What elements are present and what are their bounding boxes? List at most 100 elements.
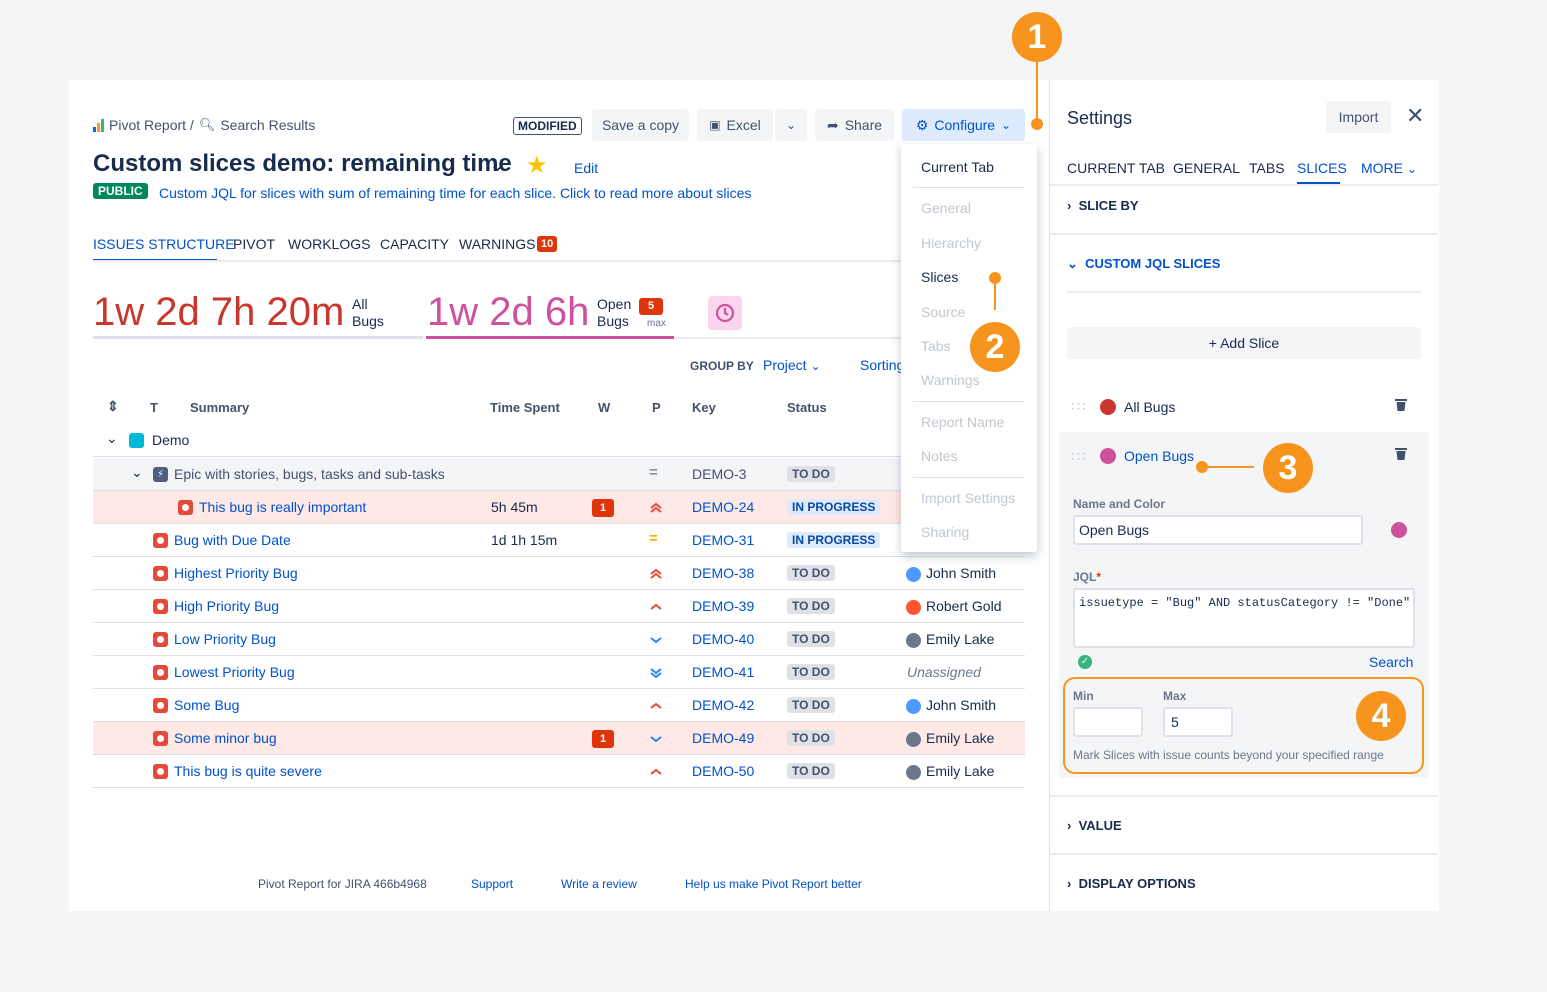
table-row[interactable]: This bug is quite severe DEMO-50 TO DO Emil… <box>93 755 1025 788</box>
callout-2-line <box>994 282 996 310</box>
issue-key[interactable]: DEMO-39 <box>692 598 754 614</box>
custom-jql-section[interactable]: ⌄ CUSTOM JQL SLICES <box>1067 256 1220 272</box>
table-row[interactable]: Highest Priority Bug DEMO-38 TO DO John Smi… <box>93 557 1025 590</box>
slice-name[interactable]: Open Bugs <box>1124 448 1194 464</box>
excel-options-button[interactable]: ⌄ <box>775 109 807 141</box>
tab-issues-structure[interactable]: ISSUES STRUCTURE <box>93 236 235 252</box>
menu-item-import-settings[interactable]: Import Settings <box>921 490 1015 506</box>
issue-summary[interactable]: Low Priority Bug <box>174 631 276 647</box>
issue-key[interactable]: DEMO-40 <box>692 631 754 647</box>
open-bugs-value[interactable]: 1w 2d 6h <box>427 290 589 335</box>
drag-handle-icon[interactable]: ∷∷ <box>1071 448 1086 465</box>
issue-summary[interactable]: Highest Priority Bug <box>174 565 298 581</box>
save-copy-button[interactable]: Save a copy <box>592 109 689 141</box>
slice-name[interactable]: All Bugs <box>1124 399 1175 415</box>
tab-pivot[interactable]: PIVOT <box>233 236 275 252</box>
table-row[interactable]: Low Priority Bug DEMO-40 TO DO Emily Lake <box>93 623 1025 656</box>
menu-item-general[interactable]: General <box>921 200 971 216</box>
menu-item-report-name[interactable]: Report Name <box>921 414 1004 430</box>
issue-summary[interactable]: Some minor bug <box>174 730 277 746</box>
menu-item-source[interactable]: Source <box>921 304 965 320</box>
breadcrumb-page[interactable]: Search Results <box>220 117 315 133</box>
slice-by-section[interactable]: › SLICE BY <box>1067 198 1139 213</box>
menu-item-warnings[interactable]: Warnings <box>921 372 980 388</box>
min-input[interactable] <box>1073 707 1143 737</box>
tab-worklogs[interactable]: WORKLOGS <box>288 236 370 252</box>
epic-key[interactable]: DEMO-3 <box>692 466 746 482</box>
max-input[interactable] <box>1163 707 1233 737</box>
settings-tab-tabs[interactable]: TABS <box>1249 160 1285 176</box>
status-badge: TO DO <box>787 763 835 779</box>
issue-summary[interactable]: Some Bug <box>174 697 239 713</box>
table-row[interactable]: Bug with Due Date 1d 1h 15m = DEMO-31 IN PRO… <box>93 524 1025 557</box>
drag-handle-icon[interactable]: ∷∷ <box>1071 398 1086 415</box>
menu-item-hierarchy[interactable]: Hierarchy <box>921 235 981 251</box>
menu-item-current-tab[interactable]: Current Tab <box>921 159 994 175</box>
table-row[interactable]: Lowest Priority Bug DEMO-41 TO DO Unassigne… <box>93 656 1025 689</box>
settings-tab-general[interactable]: GENERAL <box>1173 160 1240 176</box>
menu-item-notes[interactable]: Notes <box>921 448 958 464</box>
issue-key[interactable]: DEMO-49 <box>692 730 754 746</box>
trash-icon[interactable] <box>1394 447 1408 461</box>
table-row[interactable]: High Priority Bug DEMO-39 TO DO Robert Gold <box>93 590 1025 623</box>
issue-key[interactable]: DEMO-50 <box>692 763 754 779</box>
project-row[interactable]: ⌄ Demo <box>93 424 1025 457</box>
footer-help-link[interactable]: Help us make Pivot Report better <box>685 877 862 891</box>
configure-button[interactable]: ⚙ Configure ⌄ <box>902 109 1025 141</box>
value-section[interactable]: › VALUE <box>1067 818 1122 833</box>
trash-icon[interactable] <box>1394 398 1408 412</box>
menu-item-slices[interactable]: Slices <box>921 269 958 285</box>
star-icon[interactable]: ★ <box>526 151 548 180</box>
issue-key[interactable]: DEMO-31 <box>692 532 754 548</box>
table-row[interactable]: Some Bug DEMO-42 TO DO John Smith <box>93 689 1025 722</box>
menu-item-tabs[interactable]: Tabs <box>921 338 951 354</box>
breadcrumb-app[interactable]: Pivot Report / <box>109 117 194 133</box>
excel-button[interactable]: ▣ Excel <box>697 109 773 141</box>
import-button[interactable]: Import <box>1326 101 1391 133</box>
issue-key[interactable]: DEMO-24 <box>692 499 754 515</box>
issue-key[interactable]: DEMO-42 <box>692 697 754 713</box>
issue-key[interactable]: DEMO-38 <box>692 565 754 581</box>
footer-review-link[interactable]: Write a review <box>561 877 637 891</box>
jql-search-link[interactable]: Search <box>1369 654 1413 670</box>
slice-color-picker[interactable] <box>1391 522 1407 538</box>
sorting-select[interactable]: Sorting <box>860 357 904 373</box>
issue-summary[interactable]: High Priority Bug <box>174 598 279 614</box>
edit-link[interactable]: Edit <box>574 160 598 176</box>
settings-tab-more[interactable]: MORE ⌄ <box>1361 160 1417 176</box>
tab-warnings[interactable]: WARNINGS <box>459 236 535 252</box>
title-chevron-down-icon[interactable]: ⌄ <box>489 152 506 177</box>
display-options-section[interactable]: › DISPLAY OPTIONS <box>1067 876 1196 891</box>
report-description[interactable]: Custom JQL for slices with sum of remain… <box>159 185 751 201</box>
clock-icon[interactable] <box>708 296 742 330</box>
settings-tab-slices[interactable]: SLICES <box>1297 160 1347 176</box>
share-button[interactable]: ➦ Share <box>815 109 894 141</box>
add-slice-button[interactable]: + Add Slice <box>1067 327 1421 359</box>
warning-badge[interactable]: 1 <box>592 499 614 517</box>
table-row[interactable]: Some minor bug 1 DEMO-49 TO DO Emily Lake <box>93 722 1025 755</box>
epic-row[interactable]: ⌄ ⚡︎ Epic with stories, bugs, tasks and … <box>93 458 1025 491</box>
menu-item-sharing[interactable]: Sharing <box>921 524 969 540</box>
collapse-chevron-icon[interactable]: ⌄ <box>106 430 118 447</box>
sort-toggle-icon[interactable]: ⇕ <box>107 398 119 415</box>
slice-row-all-bugs[interactable] <box>1067 390 1421 424</box>
issue-summary[interactable]: This bug is really important <box>199 499 366 515</box>
warning-badge[interactable]: 1 <box>592 730 614 748</box>
collapse-chevron-icon[interactable]: ⌄ <box>131 464 143 481</box>
table-row[interactable]: This bug is really important 5h 45m 1 DEMO-… <box>93 491 1025 524</box>
footer-support-link[interactable]: Support <box>471 877 513 891</box>
issue-key[interactable]: DEMO-41 <box>692 664 754 680</box>
issue-summary[interactable]: Bug with Due Date <box>174 532 291 548</box>
slice-color-dot[interactable] <box>1100 399 1116 415</box>
all-bugs-value[interactable]: 1w 2d 7h 20m <box>93 290 344 335</box>
tab-capacity[interactable]: CAPACITY <box>380 236 449 252</box>
slice-color-dot[interactable] <box>1100 448 1116 464</box>
close-icon[interactable]: ✕ <box>1406 103 1424 129</box>
settings-tab-current[interactable]: CURRENT TAB <box>1067 160 1165 176</box>
priority-high-icon <box>649 765 663 782</box>
issue-summary[interactable]: Lowest Priority Bug <box>174 664 295 680</box>
slice-name-input[interactable] <box>1073 515 1363 545</box>
jql-textarea[interactable]: issuetype = "Bug" AND statusCategory != … <box>1073 588 1415 648</box>
group-by-select[interactable]: Project ⌄ <box>763 357 821 373</box>
issue-summary[interactable]: This bug is quite severe <box>174 763 322 779</box>
